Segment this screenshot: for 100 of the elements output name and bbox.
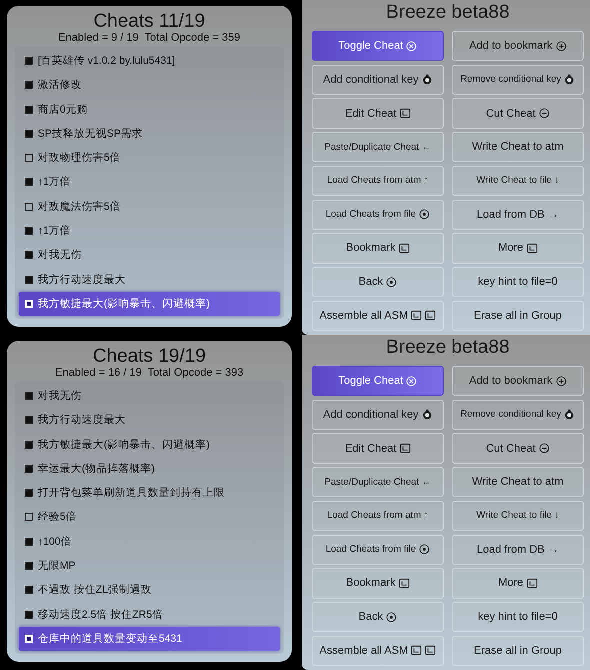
checkbox[interactable]	[25, 276, 33, 284]
circle-x-icon	[406, 40, 418, 52]
cheat-label: 商店0元购	[38, 102, 88, 117]
checkbox[interactable]	[25, 440, 33, 449]
cheat-row[interactable]: 对敌魔法伤害5倍	[19, 194, 280, 219]
checkbox[interactable]	[25, 178, 33, 186]
menu-button[interactable]: Edit Cheat	[312, 433, 444, 464]
joystick-icon	[422, 74, 433, 86]
cheat-row[interactable]: 打开背包菜单刷新道具数量到持有上限	[19, 481, 280, 506]
cheat-row[interactable]: 仓库中的道具数量变动至5431	[19, 626, 280, 651]
menu-button[interactable]: Toggle Cheat	[312, 366, 444, 396]
checkbox[interactable]	[25, 586, 33, 594]
cheat-row[interactable]: 对我无伤	[19, 243, 280, 268]
checkbox[interactable]	[25, 464, 33, 473]
cheat-row[interactable]: [百英雄传 v1.0.2 by.lulu5431]	[19, 49, 280, 74]
menu-button[interactable]: Add to bookmark	[452, 31, 584, 62]
menu-button[interactable]: Assemble all ASM	[312, 636, 444, 666]
menu-button[interactable]: Load from DB →	[452, 534, 584, 565]
cheat-label: ↑1万倍	[38, 224, 72, 238]
checkbox[interactable]	[25, 154, 33, 162]
cheat-row[interactable]: 对敌物理伤害5倍	[19, 146, 280, 170]
checkbox[interactable]	[25, 489, 33, 498]
cheat-row[interactable]: 我方行动速度最大	[19, 408, 280, 433]
checkbox[interactable]	[25, 416, 33, 424]
menu-button[interactable]: More	[452, 233, 584, 264]
checkbox[interactable]	[25, 106, 33, 114]
checkbox[interactable]	[25, 130, 33, 138]
app-title: Breeze beta88	[386, 336, 510, 359]
key-box-icon	[526, 242, 538, 254]
checkbox[interactable]	[25, 251, 33, 260]
cheat-row[interactable]: 激活修改	[19, 73, 280, 98]
menu-button[interactable]: Load Cheats from file	[312, 534, 444, 565]
menu-button[interactable]: key hint to file=0	[452, 267, 584, 298]
key-box-icon	[400, 443, 411, 454]
menu-button[interactable]: Back	[312, 602, 444, 632]
menu-button[interactable]: Remove conditional key	[452, 64, 584, 95]
menu-button[interactable]: Load Cheats from atm ↑	[312, 500, 444, 532]
menu-button[interactable]: Write Cheat to atm	[452, 467, 584, 498]
cheat-label: 无限MP	[38, 558, 76, 573]
menu-button[interactable]: Edit Cheat	[312, 98, 444, 129]
checkbox[interactable]	[25, 202, 33, 211]
menu-button[interactable]: Bookmark	[312, 568, 444, 599]
cheat-label: ↑100倍	[38, 534, 72, 549]
cheat-row[interactable]: 经验5倍	[19, 505, 280, 530]
checkbox[interactable]	[25, 81, 33, 90]
cheat-row[interactable]: 商店0元购	[19, 98, 280, 122]
menu-button[interactable]: Toggle Cheat	[312, 31, 444, 62]
checkbox[interactable]	[25, 562, 33, 570]
menu-button[interactable]: Erase all in Group	[452, 636, 584, 666]
cheat-row[interactable]: ↑1万倍	[19, 218, 280, 244]
menu-button[interactable]: Write Cheat to file ↓	[452, 166, 584, 196]
circle-dot-icon	[386, 276, 398, 288]
cheat-row[interactable]: SP技释放无视SP需求	[19, 122, 280, 146]
cheat-row[interactable]: 不遇敌 按住ZL强制遇敌	[19, 578, 280, 602]
cheat-row[interactable]: 移动速度2.5倍 按住ZR5倍	[19, 602, 280, 627]
menu-button[interactable]: Write Cheat to file ↓	[452, 500, 584, 532]
checkbox[interactable]	[25, 538, 33, 546]
cheat-row[interactable]: 我方行动速度最大	[19, 267, 280, 292]
cheat-label: [百英雄传 v1.0.2 by.lulu5431]	[38, 54, 176, 68]
menu-button[interactable]: Write Cheat to atm	[452, 132, 584, 162]
cheat-label: 我方敏捷最大(影响暴击、闪避概率)	[38, 296, 210, 311]
menu-button[interactable]: Load from DB →	[452, 200, 584, 230]
summary-text: Enabled = 16 / 19 Total Opcode = 393	[55, 367, 244, 380]
menu-button[interactable]: Erase all in Group	[452, 300, 584, 331]
menu-button[interactable]: Add to bookmark	[452, 366, 584, 396]
menu-button[interactable]: Load Cheats from atm ↑	[312, 166, 444, 196]
circle-dot-icon	[386, 612, 398, 623]
checkbox[interactable]	[25, 57, 33, 66]
menu-button[interactable]: Back	[312, 267, 444, 298]
cheat-label: 不遇敌 按住ZL强制遇敌	[38, 583, 152, 598]
menu-button[interactable]: Remove conditional key	[452, 400, 584, 430]
checkbox[interactable]	[25, 610, 33, 619]
cheat-row[interactable]: 我方敏捷最大(影响暴击、闪避概率)	[19, 432, 280, 457]
menu-button[interactable]: Bookmark	[312, 233, 444, 264]
menu-button[interactable]: Paste/Duplicate Cheat ←	[312, 467, 444, 498]
cheat-label: 激活修改	[38, 78, 82, 92]
key-box-icon	[425, 310, 436, 322]
menu-button[interactable]: Paste/Duplicate Cheat ←	[312, 132, 444, 162]
menu-button[interactable]: key hint to file=0	[452, 602, 584, 632]
checkbox[interactable]	[25, 392, 33, 400]
cheat-row[interactable]: 对我无伤	[19, 384, 280, 408]
cheat-row[interactable]: ↑1万倍	[19, 170, 280, 195]
checkbox[interactable]	[25, 513, 33, 522]
joystick-icon	[564, 74, 576, 86]
checkbox[interactable]	[25, 226, 33, 235]
cheat-label: 仓库中的道具数量变动至5431	[38, 632, 182, 646]
cheat-row[interactable]: 幸运最大(物品掉落概率)	[19, 456, 280, 482]
cheat-label: 我方敏捷最大(影响暴击、闪避概率)	[38, 438, 210, 452]
menu-button[interactable]: Load Cheats from file	[312, 200, 444, 230]
menu-button[interactable]: Cut Cheat	[452, 98, 584, 129]
cheat-label: ↑1万倍	[38, 175, 72, 190]
menu-button[interactable]: Cut Cheat	[452, 433, 584, 464]
menu-button[interactable]: Add conditional key	[312, 400, 444, 430]
cheat-label: 打开背包菜单刷新道具数量到持有上限	[38, 486, 225, 500]
cheat-row[interactable]: 我方敏捷最大(影响暴击、闪避概率)	[19, 292, 280, 316]
menu-button[interactable]: Add conditional key	[312, 64, 444, 95]
cheat-row[interactable]: 无限MP	[19, 554, 280, 578]
menu-button[interactable]: More	[452, 568, 584, 599]
menu-button[interactable]: Assemble all ASM	[312, 300, 444, 331]
cheat-row[interactable]: ↑100倍	[19, 530, 280, 554]
